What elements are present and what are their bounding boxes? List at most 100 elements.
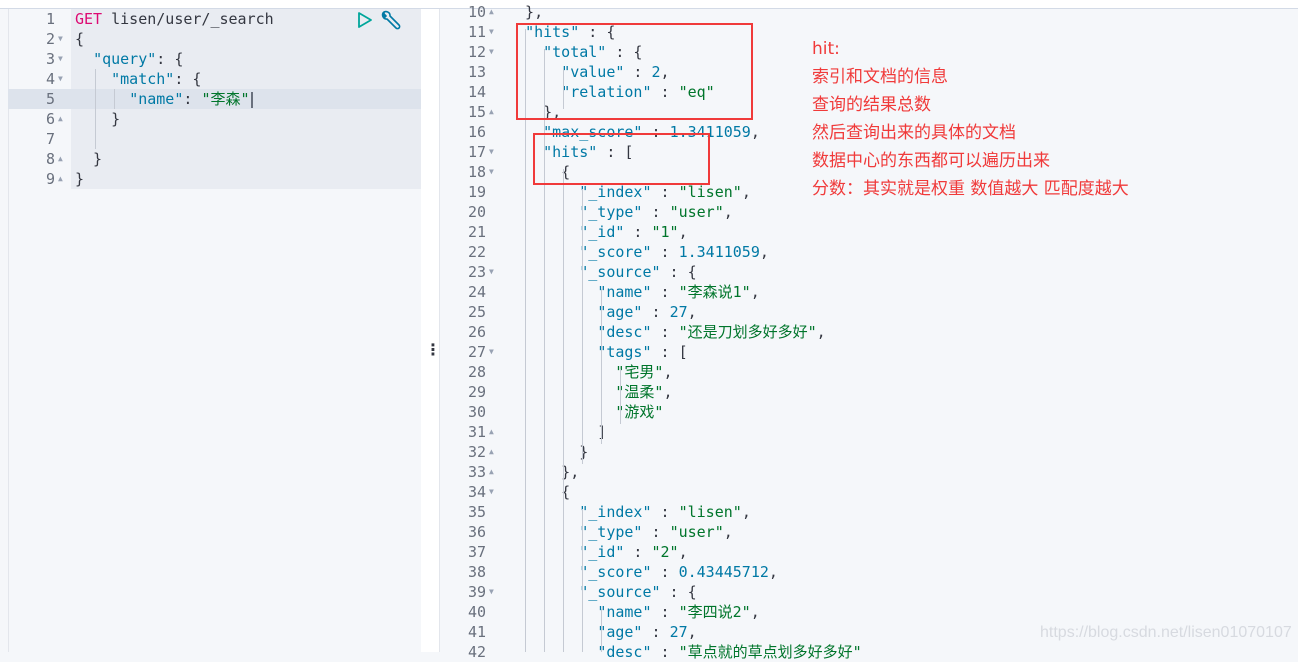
line-number: 23 (467, 263, 486, 281)
fold-collapse-icon[interactable]: ▼ (58, 29, 63, 49)
json-string: "lisen" (678, 503, 742, 521)
punctuation: : (651, 183, 679, 201)
wrench-icon[interactable] (380, 9, 402, 35)
indent-guide (95, 69, 96, 149)
response-code-line: "温柔", (507, 382, 672, 402)
response-code-line: "desc" : "草点就的草点划多好多好" (507, 642, 862, 662)
line-number: 31 (467, 423, 486, 441)
top-bar (0, 0, 1298, 9)
fold-expand-icon[interactable]: ▲ (489, 2, 494, 22)
fold-collapse-icon[interactable]: ▼ (58, 49, 63, 69)
json-key: "_type" (579, 203, 643, 221)
fold-expand-icon[interactable]: ▲ (489, 442, 494, 462)
punctuation: { (507, 483, 571, 501)
fold-collapse-icon[interactable]: ▼ (489, 582, 494, 602)
line-number: 5 (45, 90, 55, 108)
line-number: 16 (467, 123, 486, 141)
fold-collapse-icon[interactable]: ▼ (489, 42, 494, 62)
response-code-line: "_source" : { (507, 582, 697, 602)
fold-expand-icon[interactable]: ▲ (489, 422, 494, 442)
watermark: https://blog.csdn.net/lisen01070107 (1040, 624, 1292, 641)
json-key: "name" (129, 90, 184, 108)
response-code-line: "_type" : "user", (507, 522, 733, 542)
punctuation: : (651, 603, 679, 621)
fold-expand-icon[interactable]: ▲ (489, 102, 494, 122)
indent-guide (582, 509, 583, 652)
punctuation: , (741, 503, 751, 521)
response-code-line: { (507, 482, 570, 502)
punctuation: } (75, 170, 85, 188)
punctuation: : (183, 90, 202, 108)
response-code-line: "_score" : 1.3411059, (507, 242, 769, 262)
pane-divider[interactable] (421, 9, 439, 652)
punctuation: : (651, 563, 679, 581)
punctuation: : (642, 303, 670, 321)
response-code-line: "_score" : 0.43445712, (507, 562, 778, 582)
indent-guide (601, 289, 602, 444)
punctuation: : { (660, 583, 697, 601)
response-code-line: "_id" : "2", (507, 542, 688, 562)
line-number: 13 (467, 63, 486, 81)
line-number: 24 (467, 283, 486, 301)
request-code-line: GET lisen/user/_search (75, 9, 274, 29)
punctuation: , (768, 563, 778, 581)
play-icon[interactable] (357, 11, 373, 33)
punctuation: , (678, 223, 688, 241)
punctuation: , (723, 203, 733, 221)
fold-expand-icon[interactable]: ▲ (58, 109, 63, 129)
text-cursor (250, 91, 253, 108)
fold-collapse-icon[interactable]: ▼ (489, 482, 494, 502)
line-number: 2 (45, 30, 55, 48)
punctuation: , (741, 183, 751, 201)
line-number: 9 (45, 170, 55, 188)
line-number: 15 (467, 103, 486, 121)
fold-collapse-icon[interactable]: ▼ (489, 162, 494, 182)
fold-collapse-icon[interactable]: ▼ (489, 262, 494, 282)
fold-collapse-icon[interactable]: ▼ (489, 342, 494, 362)
punctuation: : { (156, 50, 184, 68)
fold-collapse-icon[interactable]: ▼ (489, 22, 494, 42)
json-number: 27 (669, 623, 688, 641)
request-code-line: "name": "李森" (75, 89, 253, 109)
punctuation: , (750, 123, 760, 141)
json-key: "_id" (579, 543, 625, 561)
json-key: "age" (597, 303, 643, 321)
json-string: "宅男" (615, 363, 664, 381)
json-string: "还是刀划多好多好" (678, 323, 817, 341)
request-code-line: } (75, 109, 120, 129)
punctuation: : (651, 283, 679, 301)
line-number: 26 (467, 323, 486, 341)
line-number: 32 (467, 443, 486, 461)
indent-guide (563, 169, 564, 652)
punctuation: } (75, 110, 121, 128)
json-number: 0.43445712 (678, 563, 769, 581)
fold-collapse-icon[interactable]: ▼ (489, 142, 494, 162)
line-number: 30 (467, 403, 486, 421)
response-code-line: } (507, 442, 588, 462)
punctuation: : (651, 643, 679, 661)
json-key: "_score" (579, 243, 652, 261)
fold-collapse-icon[interactable]: ▼ (58, 69, 63, 89)
request-path: lisen/user/_search (102, 10, 274, 28)
punctuation: , (678, 543, 688, 561)
annotation-line: 分数：其实就是权重 数值越大 匹配度越大 (812, 179, 1129, 199)
line-number: 19 (467, 183, 486, 201)
json-string: "草点就的草点划多好多好" (678, 643, 862, 661)
request-code-line: { (75, 29, 84, 49)
fold-expand-icon[interactable]: ▲ (489, 462, 494, 482)
json-key: "query" (93, 50, 157, 68)
line-number: 36 (467, 523, 486, 541)
json-string: "温柔" (615, 383, 664, 401)
fold-expand-icon[interactable]: ▲ (58, 169, 63, 189)
punctuation: : (651, 243, 679, 261)
line-number: 41 (467, 623, 486, 641)
punctuation: : (651, 323, 679, 341)
line-number: 38 (467, 563, 486, 581)
fold-expand-icon[interactable]: ▲ (58, 149, 63, 169)
